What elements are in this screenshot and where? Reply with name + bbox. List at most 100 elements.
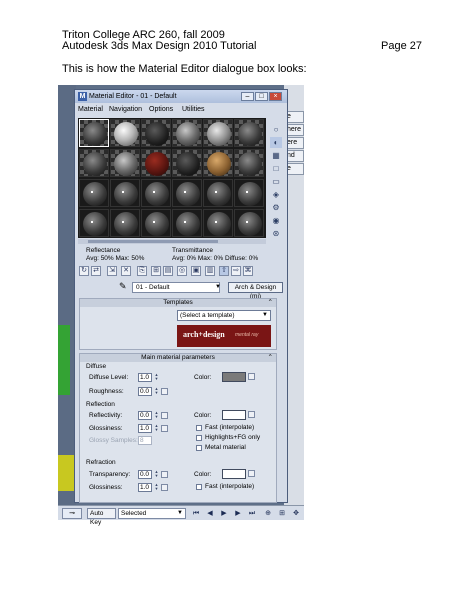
sample-slot[interactable] <box>110 179 140 207</box>
close-button[interactable]: × <box>269 92 282 101</box>
transparency-field[interactable]: 0.0 <box>138 470 152 479</box>
menu-utilities[interactable]: Utilities <box>182 104 205 115</box>
collapse-icon[interactable]: ⌃ <box>268 299 273 307</box>
template-select[interactable]: (Select a template) ▼ <box>177 310 271 321</box>
show-map-in-viewport-icon[interactable]: ▣ <box>191 266 201 276</box>
reflection-color-map-button[interactable] <box>248 411 255 418</box>
sample-slot[interactable] <box>110 209 140 237</box>
minimize-button[interactable]: – <box>241 92 254 101</box>
menu-options[interactable]: Options <box>149 104 173 115</box>
material-navigator-icon[interactable]: ⊛ <box>270 228 282 239</box>
roughness-field[interactable]: 0.0 <box>138 387 152 396</box>
sample-slot[interactable] <box>234 119 264 147</box>
key-icon[interactable]: ⊸ <box>62 508 82 519</box>
play-icon[interactable]: ▶ <box>218 508 230 519</box>
sample-slot[interactable] <box>234 179 264 207</box>
refraction-fast-checkbox[interactable] <box>196 484 202 490</box>
reflection-color-swatch[interactable] <box>222 410 246 420</box>
show-end-result-icon[interactable]: ▥ <box>205 266 215 276</box>
refraction-color-map-button[interactable] <box>248 470 255 477</box>
options-icon[interactable]: ⚙ <box>270 202 282 213</box>
fast-interpolate-checkbox[interactable] <box>196 425 202 431</box>
next-frame-icon[interactable]: ▶ <box>232 508 244 519</box>
chevron-down-icon[interactable]: ▼ <box>215 284 221 290</box>
menu-navigation[interactable]: Navigation <box>109 104 142 115</box>
assign-to-selection-icon[interactable]: ⇲ <box>107 266 117 276</box>
material-map-navigator-icon[interactable]: ⌘ <box>243 266 253 276</box>
video-color-check-icon[interactable]: ▭ <box>270 176 282 187</box>
diffuse-level-field[interactable]: 1.0 <box>138 373 152 382</box>
metal-material-checkbox[interactable] <box>196 445 202 451</box>
sample-slot[interactable] <box>141 149 171 177</box>
material-name-field[interactable]: 01 - Default <box>132 282 220 293</box>
diffuse-level-spinner[interactable]: ▲ ▼ <box>154 373 159 382</box>
sample-slot[interactable] <box>203 209 233 237</box>
templates-rollout-header[interactable]: Templates ⌃ <box>80 299 276 307</box>
diffuse-color-swatch[interactable] <box>222 372 246 382</box>
sample-slot[interactable] <box>79 179 109 207</box>
sample-slot[interactable] <box>141 179 171 207</box>
reflectivity-field[interactable]: 0.0 <box>138 411 152 420</box>
menu-material[interactable]: Material <box>78 104 103 115</box>
put-to-library-icon[interactable]: ▤ <box>163 266 173 276</box>
sample-slot[interactable] <box>172 179 202 207</box>
copy-material-icon[interactable]: ⎘ <box>137 266 147 276</box>
sample-slot[interactable] <box>172 209 202 237</box>
go-forward-to-sibling-icon[interactable]: ⇨ <box>231 266 241 276</box>
reflection-glossiness-map-button[interactable] <box>161 425 168 432</box>
diffuse-color-map-button[interactable] <box>248 373 255 380</box>
previous-frame-icon[interactable]: ◀ <box>204 508 216 519</box>
pan-icon[interactable]: ✥ <box>290 508 302 519</box>
select-by-material-icon[interactable]: ◉ <box>270 215 282 226</box>
put-to-scene-icon[interactable]: ⇄ <box>91 266 101 276</box>
roughness-map-button[interactable] <box>161 388 168 395</box>
sample-slot[interactable] <box>172 149 202 177</box>
transparency-map-button[interactable] <box>161 471 168 478</box>
sample-grid-scrollbar[interactable] <box>78 239 266 244</box>
reflectivity-map-button[interactable] <box>161 412 168 419</box>
refraction-glossiness-field[interactable]: 1.0 <box>138 483 152 492</box>
make-unique-icon[interactable]: ⊞ <box>151 266 161 276</box>
sample-slot[interactable] <box>203 149 233 177</box>
reflection-glossiness-spinner[interactable]: ▲ ▼ <box>154 424 159 433</box>
refraction-glossiness-spinner[interactable]: ▲ ▼ <box>154 483 159 492</box>
backlight-icon[interactable]: ◐ <box>270 137 282 148</box>
scrollbar-thumb[interactable] <box>88 240 218 243</box>
sample-slot[interactable] <box>79 119 109 147</box>
reset-map-icon[interactable]: ✕ <box>121 266 131 276</box>
highlights-fg-checkbox[interactable] <box>196 435 202 441</box>
sample-slot[interactable] <box>141 209 171 237</box>
window-titlebar[interactable]: M Material Editor - 01 - Default – □ × <box>75 90 287 103</box>
refraction-color-swatch[interactable] <box>222 469 246 479</box>
glossy-samples-field[interactable]: 8 <box>138 436 152 445</box>
get-material-icon[interactable]: ↻ <box>79 266 89 276</box>
sample-type-icon[interactable]: ○ <box>270 124 282 135</box>
main-params-rollout-header[interactable]: Main material parameters ⌃ <box>80 354 276 362</box>
transparency-spinner[interactable]: ▲ ▼ <box>154 470 159 479</box>
make-preview-icon[interactable]: ◈ <box>270 189 282 200</box>
key-filter-select[interactable]: Selected ▼ <box>118 508 186 519</box>
sample-slot[interactable] <box>110 149 140 177</box>
reflectivity-spinner[interactable]: ▲ ▼ <box>154 411 159 420</box>
material-effects-icon[interactable]: ◎ <box>177 266 187 276</box>
go-to-start-icon[interactable]: ⏮ <box>190 508 202 519</box>
maximize-button[interactable]: □ <box>255 92 268 101</box>
zoom-all-icon[interactable]: ⊞ <box>276 508 288 519</box>
sample-slot[interactable] <box>203 119 233 147</box>
sample-uv-tiling-icon[interactable]: □ <box>270 163 282 174</box>
sample-slot[interactable] <box>172 119 202 147</box>
roughness-spinner[interactable]: ▲ ▼ <box>154 387 159 396</box>
refraction-glossiness-map-button[interactable] <box>161 484 168 491</box>
collapse-icon[interactable]: ⌃ <box>268 354 273 362</box>
sample-slot[interactable] <box>203 179 233 207</box>
zoom-icon[interactable]: ⊕ <box>262 508 274 519</box>
sample-slot[interactable] <box>234 149 264 177</box>
sample-slot[interactable] <box>141 119 171 147</box>
go-to-end-icon[interactable]: ⏭ <box>246 508 258 519</box>
pick-material-eyedropper-icon[interactable]: ✎ <box>119 281 127 292</box>
sample-slot[interactable] <box>110 119 140 147</box>
background-checker-icon[interactable]: ▦ <box>270 150 282 161</box>
sample-slot[interactable] <box>79 209 109 237</box>
reflection-glossiness-field[interactable]: 1.0 <box>138 424 152 433</box>
sample-slot[interactable] <box>234 209 264 237</box>
